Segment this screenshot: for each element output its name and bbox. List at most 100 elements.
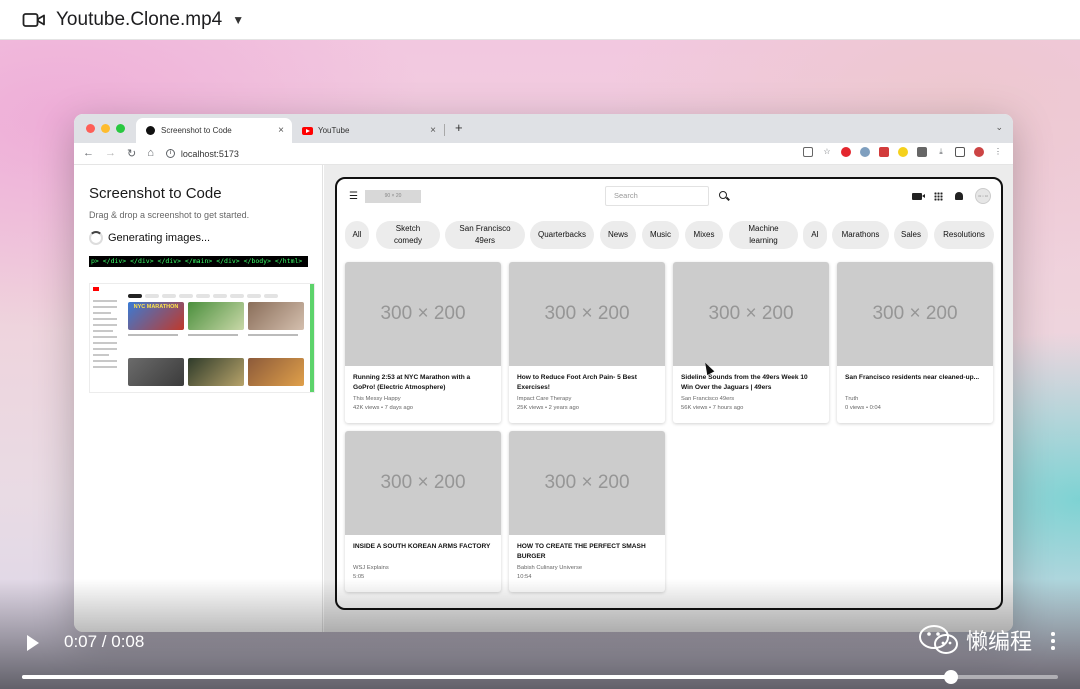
file-title-bar: Youtube.Clone.mp4 ▼ <box>0 0 1080 40</box>
url-text: localhost:5173 <box>180 148 239 159</box>
file-name[interactable]: Youtube.Clone.mp4 <box>56 9 222 31</box>
channel-name[interactable]: Babish Culinary Universe <box>517 565 582 571</box>
video-thumbnail[interactable]: 300 × 200 <box>509 431 665 535</box>
bookmark-star-icon[interactable]: ☆ <box>822 147 832 157</box>
search-input[interactable]: Search <box>605 186 709 206</box>
channel-watermark: 懒编程 <box>918 624 1032 656</box>
chip-quarterbacks[interactable]: Quarterbacks <box>530 221 594 249</box>
video-card[interactable]: 300 × 200 San Francisco residents near c… <box>837 262 993 423</box>
site-favicon-icon <box>146 126 155 135</box>
home-icon[interactable]: ⌂ <box>147 147 154 160</box>
video-thumbnail[interactable]: 300 × 200 <box>673 262 829 366</box>
video-thumbnail[interactable]: 300 × 200 <box>345 262 501 366</box>
loading-spinner-icon <box>89 231 103 245</box>
youtube-logo-icon <box>93 287 99 291</box>
tab-search-chevron-icon[interactable]: ⌄ <box>995 122 1003 133</box>
chip-sketch-comedy[interactable]: Sketch comedy <box>376 221 440 249</box>
red-extension-icon[interactable] <box>879 147 889 157</box>
chip-machine-learning[interactable]: Machine learning <box>729 221 798 249</box>
video-meta: 56K views • 7 hours ago <box>681 405 744 411</box>
chip-music[interactable]: Music <box>642 221 679 249</box>
chip-sales[interactable]: Sales <box>894 221 928 249</box>
chip-mixes[interactable]: Mixes <box>685 221 723 249</box>
category-chips: All Sketch comedy San Francisco 49ers Qu… <box>345 221 995 249</box>
close-tab-icon[interactable]: × <box>278 125 284 136</box>
thumbnail-video-tile: NYC MARATHON <box>128 302 184 330</box>
channel-name[interactable]: This Messy Happy <box>353 396 401 402</box>
video-thumbnail[interactable]: 300 × 200 <box>837 262 993 366</box>
back-arrow-icon[interactable]: ← <box>83 147 94 160</box>
video-card[interactable]: 300 × 200 Running 2:53 at NYC Marathon w… <box>345 262 501 423</box>
video-title[interactable]: Running 2:53 at NYC Marathon with a GoPr… <box>353 373 493 393</box>
channel-name[interactable]: WSJ Explains <box>353 565 389 571</box>
browser-menu-icon[interactable]: ⋮ <box>993 147 1003 157</box>
video-title[interactable]: San Francisco residents near cleaned-up.… <box>845 373 985 383</box>
extensions-area: ☆ ⤓ ⋮ <box>803 147 1003 157</box>
download-icon[interactable]: ⤓ <box>936 147 946 157</box>
video-card[interactable]: 300 × 200 INSIDE A SOUTH KOREAN ARMS FAC… <box>345 431 501 592</box>
close-tab-icon[interactable]: × <box>430 125 436 136</box>
video-card[interactable]: 300 × 200 How to Reduce Foot Arch Pain- … <box>509 262 665 423</box>
page-title: Screenshot to Code <box>89 185 222 202</box>
browser-toolbar: ← → ↻ ⌂ i localhost:5173 ☆ ⤓ ⋮ <box>74 143 1013 165</box>
chip-all[interactable]: All <box>345 221 369 249</box>
video-meta: 0 views • 0:04 <box>845 405 881 411</box>
chevron-down-icon[interactable]: ▼ <box>232 13 244 27</box>
puzzle-extensions-icon[interactable] <box>917 147 927 157</box>
hamburger-menu-icon[interactable]: ☰ <box>349 191 358 202</box>
create-video-icon[interactable] <box>912 192 925 200</box>
channel-name[interactable]: San Francisco 49ers <box>681 396 734 402</box>
video-thumbnail[interactable]: 300 × 200 <box>509 262 665 366</box>
video-title[interactable]: INSIDE A SOUTH KOREAN ARMS FACTORY <box>353 542 493 552</box>
page-subtitle: Drag & drop a screenshot to get started. <box>89 210 250 220</box>
play-icon[interactable] <box>27 635 39 651</box>
chip-ai[interactable]: AI <box>803 221 827 249</box>
video-card[interactable]: 300 × 200 HOW TO CREATE THE PERFECT SMAS… <box>509 431 665 592</box>
video-title[interactable]: How to Reduce Foot Arch Pain- 5 Best Exe… <box>517 373 657 393</box>
reload-icon[interactable]: ↻ <box>127 147 136 160</box>
search-icon[interactable] <box>719 191 727 199</box>
close-window-dot[interactable] <box>86 124 95 133</box>
forward-arrow-icon[interactable]: → <box>105 147 116 160</box>
address-bar[interactable]: i localhost:5173 <box>165 148 239 159</box>
video-title[interactable]: HOW TO CREATE THE PERFECT SMASH BURGER <box>517 542 657 562</box>
profile-avatar-icon[interactable] <box>974 147 984 157</box>
opera-extension-icon[interactable] <box>841 147 851 157</box>
channel-name[interactable]: Truth <box>845 396 858 402</box>
video-meta: 25K views • 2 years ago <box>517 405 579 411</box>
chip-marathons[interactable]: Marathons <box>832 221 889 249</box>
minimize-window-dot[interactable] <box>101 124 110 133</box>
tab-screenshot-to-code[interactable]: Screenshot to Code × <box>136 118 292 143</box>
browser-window: Screenshot to Code × YouTube × + ⌄ ← → ↻… <box>74 114 1013 632</box>
youtube-clone-preview: ☰ 90 × 20 Search 32 × 32 All Sketch come… <box>335 177 1003 610</box>
browser-tab-strip: Screenshot to Code × YouTube × + ⌄ <box>74 114 1013 143</box>
share-icon[interactable] <box>803 147 813 157</box>
video-thumbnail[interactable]: 300 × 200 <box>345 431 501 535</box>
tab-youtube[interactable]: YouTube × <box>292 118 445 143</box>
video-card[interactable]: 300 × 200 Sideline Sounds from the 49ers… <box>673 262 829 423</box>
video-stage[interactable]: Screenshot to Code × YouTube × + ⌄ ← → ↻… <box>0 40 1080 689</box>
progress-bar[interactable] <box>22 670 1058 684</box>
chip-resolutions[interactable]: Resolutions <box>934 221 994 249</box>
screenshot-thumbnail[interactable]: NYC MARATHON <box>89 283 315 393</box>
more-options-icon[interactable] <box>1051 632 1055 652</box>
yellow-extension-icon[interactable] <box>898 147 908 157</box>
apps-grid-icon[interactable] <box>934 191 943 201</box>
side-panel-icon[interactable] <box>955 147 965 157</box>
status-text: Generating images... <box>108 232 211 244</box>
logo-placeholder[interactable]: 90 × 20 <box>365 190 421 203</box>
maximize-window-dot[interactable] <box>116 124 125 133</box>
channel-name[interactable]: Impact Care Therapy <box>517 396 571 402</box>
wechat-icon <box>919 625 958 654</box>
code-output-line: p> </div> </div> </div> </main> </div> <… <box>89 256 308 267</box>
new-tab-icon[interactable]: + <box>455 120 463 135</box>
youtube-header: ☰ 90 × 20 Search 32 × 32 <box>337 179 1001 213</box>
translate-extension-icon[interactable] <box>860 147 870 157</box>
notifications-bell-icon[interactable] <box>955 192 963 200</box>
chip-san-francisco-49ers[interactable]: San Francisco 49ers <box>445 221 525 249</box>
chip-news[interactable]: News <box>600 221 636 249</box>
avatar[interactable]: 32 × 32 <box>975 188 991 204</box>
video-title[interactable]: Sideline Sounds from the 49ers Week 10 W… <box>681 373 821 393</box>
site-info-icon[interactable]: i <box>165 149 175 158</box>
tab-label: YouTube <box>318 126 350 135</box>
